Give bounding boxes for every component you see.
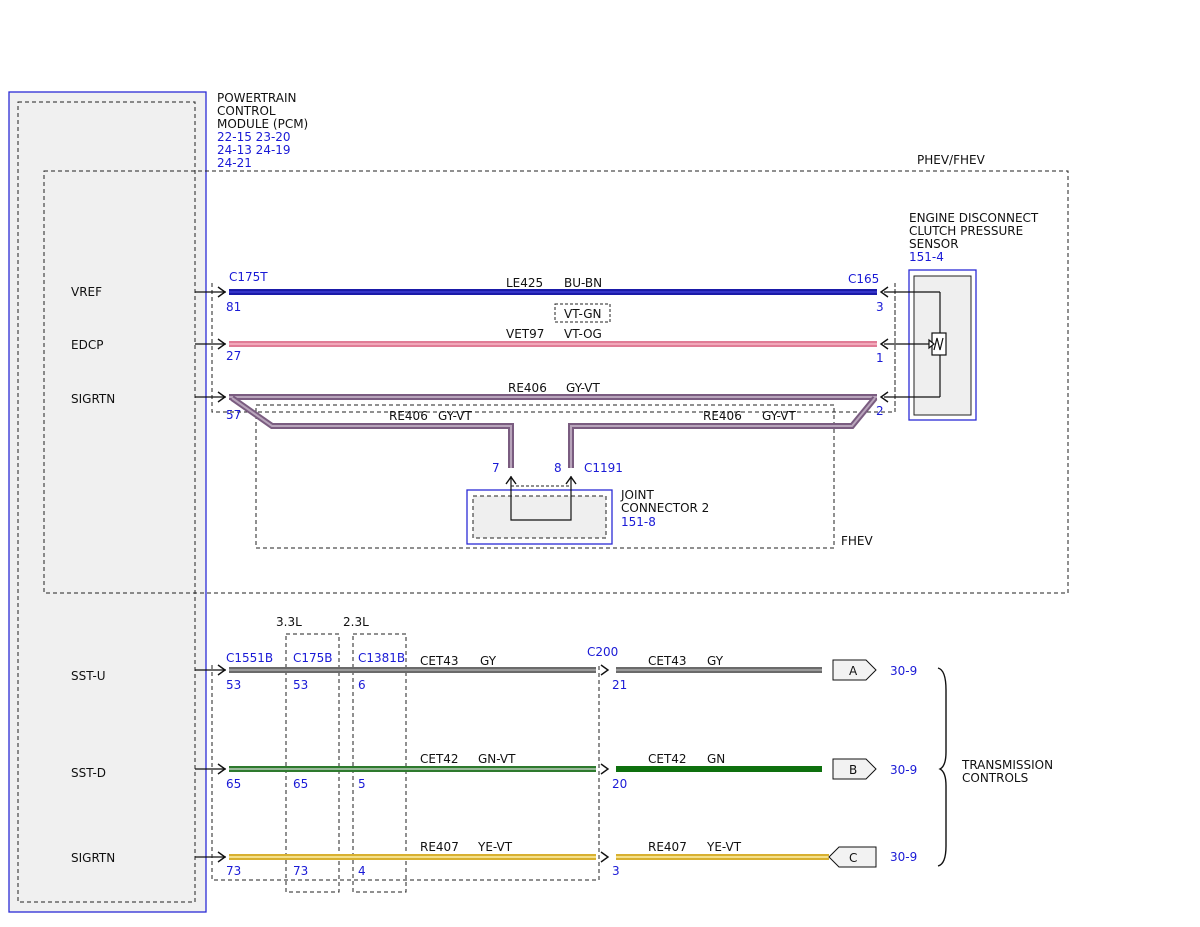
engine-3-3-label: 3.3L	[276, 615, 302, 629]
offpage-tag-b[interactable]: B	[832, 758, 877, 780]
pcm-outer-box	[8, 91, 207, 913]
connector-c200[interactable]: C200	[587, 645, 618, 659]
wire-cet43-b-color: GY	[707, 654, 724, 668]
pin-number-8: 8	[554, 461, 562, 475]
engine-2-3-label: 2.3L	[343, 615, 369, 629]
wire-re406-right-circuit: RE406	[703, 409, 742, 423]
harness-region-top	[211, 283, 896, 413]
pin-sigrtn-bottom: SIGRTN	[71, 851, 115, 865]
phev-fhev-label: PHEV/FHEV	[917, 153, 986, 167]
pin-vref: VREF	[71, 285, 102, 299]
pin-number-sig-73b: 73	[293, 864, 308, 878]
c200-connector-arrows	[600, 664, 610, 863]
wire-le425-circuit: LE425	[506, 276, 543, 290]
joint-connector-inner	[472, 495, 607, 539]
wire-cet43-a-circuit: CET43	[420, 654, 459, 668]
pin-number-3-sensor: 3	[876, 300, 884, 314]
wire-vet97-alt-color: VT-GN	[564, 307, 601, 321]
wire-re407-b-circuit: RE407	[648, 840, 687, 854]
pin-sst-u: SST-U	[71, 669, 106, 683]
pin-number-7: 7	[492, 461, 500, 475]
pin-number-81: 81	[226, 300, 241, 314]
pin-number-sstd-20: 20	[612, 777, 627, 791]
pin-number-sstd-65b: 65	[293, 777, 308, 791]
offpage-tag-c[interactable]: C	[828, 846, 877, 868]
pin-number-sig-4: 4	[358, 864, 366, 878]
offpage-tag-c-ref[interactable]: 30-9	[890, 850, 917, 864]
wire-re407-b-color: YE-VT	[706, 840, 742, 854]
wire-re406-left-circuit: RE406	[389, 409, 428, 423]
pin-number-sstu-53a: 53	[226, 678, 241, 692]
connector-c1551b[interactable]: C1551B	[226, 651, 273, 665]
transmission-controls-label: TRANSMISSION CONTROLS	[961, 758, 1057, 785]
wire-vet97-circuit: VET97	[506, 327, 544, 341]
offpage-tag-a-ref[interactable]: 30-9	[890, 664, 917, 678]
wiring-diagram: POWERTRAIN CONTROL MODULE (PCM) 22-15 23…	[8, 91, 1069, 913]
wire-vet97-color: VT-OG	[564, 327, 602, 341]
wire-cet43-a-color: GY	[480, 654, 497, 668]
pin-number-sig-73a: 73	[226, 864, 241, 878]
pcm-connector-arrows	[217, 286, 227, 863]
pin-number-57: 57	[226, 408, 241, 422]
offpage-tag-b-ref[interactable]: 30-9	[890, 763, 917, 777]
offpage-tag-a-letter: A	[849, 664, 858, 678]
wire-cet42-b-circuit: CET42	[648, 752, 687, 766]
wire-re406[interactable]	[229, 394, 878, 468]
sensor-title: ENGINE DISCONNECT CLUTCH PRESSURE SENSOR	[909, 211, 1042, 251]
fhev-label: FHEV	[841, 534, 874, 548]
connector-c175b[interactable]: C175B	[293, 651, 333, 665]
pin-number-sstu-53b: 53	[293, 678, 308, 692]
pcm-title: POWERTRAIN CONTROL MODULE (PCM)	[217, 91, 308, 131]
transmission-brace	[937, 667, 947, 867]
wire-re406-color: GY-VT	[566, 381, 600, 395]
pin-number-1-sensor: 1	[876, 351, 884, 365]
pin-number-27: 27	[226, 349, 241, 363]
pin-edcp: EDCP	[71, 338, 103, 352]
connector-c1191[interactable]: C1191	[584, 461, 623, 475]
pin-number-2-sensor: 2	[876, 404, 884, 418]
wire-cet42-a-color: GN-VT	[478, 752, 516, 766]
wire-re406-circuit: RE406	[508, 381, 547, 395]
joint-connector-ref[interactable]: 151-8	[621, 515, 656, 529]
wire-cet42-a-circuit: CET42	[420, 752, 459, 766]
sensor-ref[interactable]: 151-4	[909, 250, 944, 264]
wire-re406-right-color: GY-VT	[762, 409, 796, 423]
wire-re407-a-circuit: RE407	[420, 840, 459, 854]
joint-connector-arrows	[505, 475, 577, 485]
joint-connector-title: JOINT CONNECTOR 2	[620, 488, 709, 515]
pcm-refs[interactable]: 22-15 23-20 24-13 24-19 24-21	[217, 130, 294, 170]
connector-c165[interactable]: C165	[848, 272, 879, 286]
pin-number-sstd-5: 5	[358, 777, 366, 791]
wire-re406-left-color: GY-VT	[438, 409, 472, 423]
pin-number-sstu-21: 21	[612, 678, 627, 692]
wire-le425-color: BU-BN	[564, 276, 602, 290]
wire-cet43-b-circuit: CET43	[648, 654, 687, 668]
pin-number-sstd-65a: 65	[226, 777, 241, 791]
pin-sst-d: SST-D	[71, 766, 106, 780]
connector-c175t[interactable]: C175T	[229, 270, 268, 284]
wire-cet42-b-color: GN	[707, 752, 725, 766]
pin-number-sstu-6: 6	[358, 678, 366, 692]
pin-sigrtn-top: SIGRTN	[71, 392, 115, 406]
wire-re407-a-color: YE-VT	[477, 840, 513, 854]
offpage-tag-c-letter: C	[849, 851, 857, 865]
offpage-tag-a[interactable]: A	[832, 659, 877, 681]
connector-c1381b[interactable]: C1381B	[358, 651, 405, 665]
pin-number-sig-3: 3	[612, 864, 620, 878]
offpage-tag-b-letter: B	[849, 763, 857, 777]
